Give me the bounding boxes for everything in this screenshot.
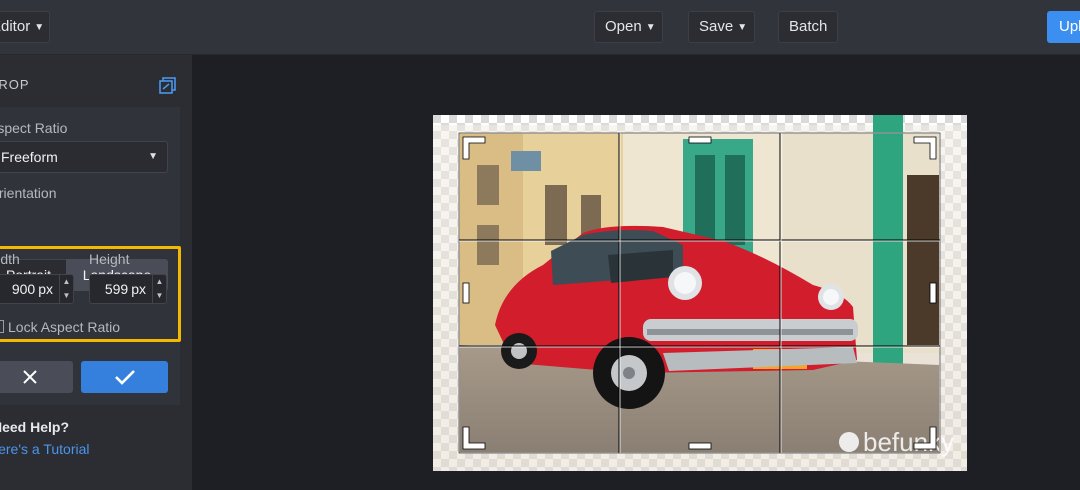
width-label: Width <box>0 251 20 267</box>
chevron-down-icon: ▼ <box>737 22 748 33</box>
save-label: Save <box>699 18 734 35</box>
apply-button[interactable] <box>81 361 168 393</box>
batch-button[interactable]: Batch <box>778 11 838 43</box>
chevron-down-icon: ▼ <box>148 151 158 162</box>
width-input[interactable]: 900 px ▲ ▼ <box>0 274 74 304</box>
orientation-label: Orientation <box>0 185 57 201</box>
top-toolbar: Editor▼ Open▼ Save▼ Batch Upload <box>0 0 1080 55</box>
photo: befunky <box>433 115 967 471</box>
aspect-ratio-label: Aspect Ratio <box>0 120 68 136</box>
aspect-ratio-value: Freeform <box>1 149 58 165</box>
upload-label: Upload <box>1059 18 1080 35</box>
tutorial-link[interactable]: Here's a Tutorial <box>0 441 90 457</box>
editor-menu-button[interactable]: Editor▼ <box>0 11 50 43</box>
height-unit: px <box>131 281 146 297</box>
batch-label: Batch <box>789 18 828 35</box>
crop-handle-right[interactable] <box>929 282 937 304</box>
lock-aspect-label: Lock Aspect Ratio <box>8 319 121 335</box>
aspect-ratio-select[interactable]: Freeform ▼ <box>0 141 168 173</box>
crop-handle-bottom[interactable] <box>688 442 712 450</box>
editor-menu-label: Editor <box>0 18 31 35</box>
upload-button[interactable]: Upload <box>1047 11 1080 43</box>
width-unit: px <box>38 281 53 297</box>
open-label: Open <box>605 18 642 35</box>
width-stepper[interactable]: ▲ ▼ <box>59 275 73 303</box>
save-button[interactable]: Save ▼ <box>688 11 755 43</box>
checkmark-icon <box>115 370 135 385</box>
height-value: 599 <box>104 281 129 297</box>
cancel-button[interactable] <box>0 361 73 393</box>
height-label: Height <box>89 251 130 267</box>
collapse-panel-icon[interactable] <box>159 77 176 94</box>
photo-with-crop-overlay[interactable]: befunky <box>433 115 967 471</box>
close-icon <box>23 370 37 384</box>
open-button[interactable]: Open ▼ <box>594 11 663 43</box>
crop-handle-top[interactable] <box>688 136 712 144</box>
crop-handle-left[interactable] <box>462 282 470 304</box>
chevron-down-icon: ▼ <box>645 22 656 33</box>
help-title: Need Help? <box>0 419 70 435</box>
width-value: 900 <box>11 281 36 297</box>
chevron-down-icon: ▼ <box>34 22 45 33</box>
lock-aspect-checkbox[interactable] <box>0 320 4 333</box>
height-stepper[interactable]: ▲ ▼ <box>152 275 166 303</box>
section-title: CROP <box>0 77 30 92</box>
height-input[interactable]: 599 px ▲ ▼ <box>89 274 167 304</box>
sidebar: CROP Aspect Ratio Freeform ▼ Orientation… <box>0 55 192 490</box>
